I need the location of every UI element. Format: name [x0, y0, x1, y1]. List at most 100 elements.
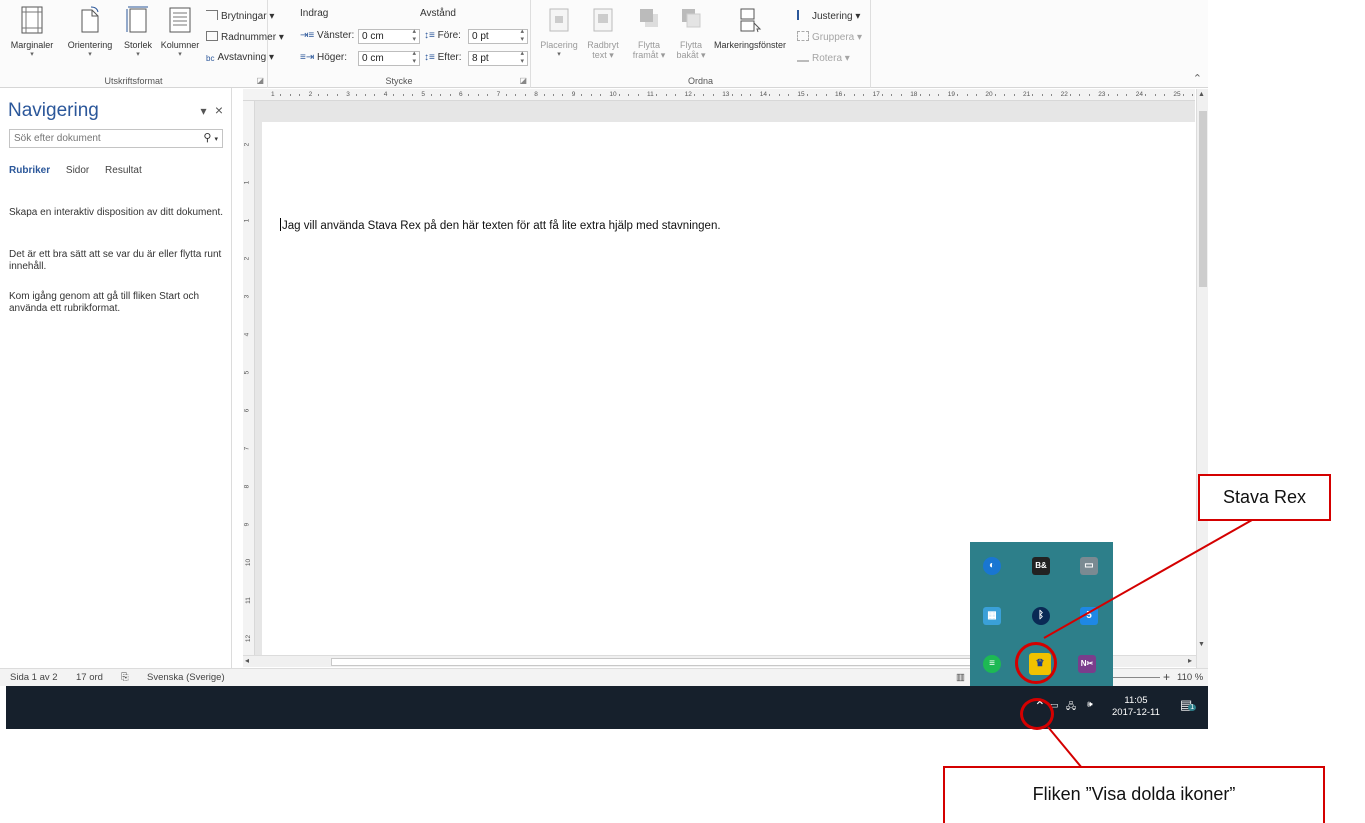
scroll-right-icon[interactable]: ▸ [1188, 656, 1192, 665]
breaks-button[interactable]: Brytningar ▾ [206, 10, 274, 22]
display-icon[interactable]: ▭ [1080, 557, 1098, 575]
ruler-number: 16 [835, 91, 843, 98]
page-count[interactable]: Sida 1 av 2 [10, 672, 58, 683]
ruler-tick [553, 94, 554, 96]
action-center-icon[interactable]: ▤1 [1180, 697, 1197, 713]
align-button[interactable]: Justering ▾ [797, 10, 860, 22]
document-body-text[interactable]: Jag vill använda Stava Rex på den här te… [280, 218, 721, 232]
spinner-arrows-icon[interactable]: ▴ ▾ [412, 50, 416, 66]
orientation-button[interactable]: Orientering ▾ [62, 5, 118, 58]
page-setup-group: Marginaler ▾ Orientering ▾ Storlek ▾ Kol… [0, 0, 284, 88]
orientation-label: Orientering [67, 40, 113, 50]
position-button[interactable]: Placering ▾ [539, 5, 579, 58]
network-adapter-icon[interactable]: ▦ [983, 607, 1001, 625]
spotify-icon[interactable]: ≡ [983, 655, 1001, 673]
zoom-slider[interactable] [1110, 677, 1160, 678]
hyphenation-button[interactable]: bc Avstavning ▾ [206, 52, 274, 64]
send-backward-button[interactable]: Flytta bakåt ▾ [671, 5, 711, 61]
spacing-before-icon: ↕≡ [424, 30, 435, 41]
ruler-tick [440, 94, 442, 96]
indent-right-field[interactable]: 0 cm ▴ ▾ [358, 50, 420, 66]
dialog-launcher-icon[interactable]: ◪ [256, 76, 264, 85]
spacing-before-field[interactable]: 0 pt ▴ ▾ [468, 28, 528, 44]
scroll-left-icon[interactable]: ◂ [245, 656, 249, 665]
margins-icon [21, 6, 43, 34]
wrap-text-icon [593, 8, 613, 32]
ruler-tick [543, 94, 545, 96]
clock-time: 11:05 [1124, 695, 1148, 706]
tab-results[interactable]: Resultat [105, 165, 142, 176]
selection-pane-button[interactable]: Markeringsfönster [709, 5, 791, 50]
ruler-tick [581, 94, 583, 96]
indent-left-field[interactable]: 0 cm ▴ ▾ [358, 28, 420, 44]
system-clock[interactable]: 11:05 2017-12-11 [1112, 695, 1160, 719]
ruler-tick [1004, 94, 1006, 96]
zoom-in-icon[interactable]: + [1163, 670, 1170, 684]
ruler-tick [731, 94, 733, 96]
ruler-tick [327, 94, 329, 96]
search-icon[interactable]: ⚲ ▾ [203, 131, 218, 144]
indent-left-value: 0 cm [362, 31, 384, 42]
ruler-number: 12 [684, 91, 692, 98]
vertical-scrollbar[interactable]: ▲ ▼ [1196, 89, 1208, 668]
spinner-arrows-icon[interactable]: ▴ ▾ [520, 50, 524, 66]
pane-options-icon[interactable]: ▾ [200, 104, 206, 118]
spinner-arrows-icon[interactable]: ▴ ▾ [520, 28, 524, 44]
tab-pages[interactable]: Sidor [66, 165, 89, 176]
onenote-clipper-icon[interactable]: N✂ [1078, 655, 1096, 673]
ruler-number: 20 [985, 91, 993, 98]
ruler-tick [430, 94, 432, 96]
columns-button[interactable]: Kolumner ▾ [158, 5, 202, 58]
dialog-launcher-icon[interactable]: ◪ [519, 76, 527, 85]
network-icon[interactable]: 🖧 [1066, 699, 1076, 715]
bring-forward-button[interactable]: Flytta framåt ▾ [627, 5, 671, 61]
stava-rex-callout-text: Stava Rex [1222, 487, 1307, 507]
line-numbers-icon [206, 31, 218, 41]
search-input[interactable] [10, 130, 180, 147]
language-indicator[interactable]: Svenska (Sverige) [147, 672, 225, 683]
vertical-scroll-thumb[interactable] [1199, 111, 1207, 287]
collapse-ribbon-icon[interactable]: ⌃ [1193, 72, 1202, 85]
word-count[interactable]: 17 ord [76, 672, 103, 683]
margins-button[interactable]: Marginaler ▾ [6, 5, 58, 58]
size-button[interactable]: Storlek ▾ [120, 5, 156, 58]
scroll-up-icon[interactable]: ▲ [1198, 91, 1205, 98]
wrap-text-button[interactable]: Radbryt text ▾ [583, 5, 623, 61]
security-shield-icon[interactable]: 5 [1080, 607, 1098, 625]
spacing-before-text: Före: [437, 30, 461, 41]
margins-label: Marginaler [10, 40, 54, 50]
teamviewer-icon[interactable]: ◐ [983, 557, 1001, 575]
bring-forward-label-2-text: framåt [632, 50, 659, 60]
ruler-tick [750, 94, 752, 96]
ruler-number: 18 [910, 91, 918, 98]
zoom-level[interactable]: 110 % [1177, 672, 1203, 683]
bluetooth-icon[interactable]: ᛒ [1032, 607, 1050, 625]
volume-icon[interactable]: 🕪 [1087, 699, 1093, 710]
ruler-number: 8 [534, 91, 538, 98]
ruler-tick [590, 94, 592, 96]
align-icon [797, 10, 809, 20]
proofing-icon[interactable]: ⎘ [121, 672, 129, 683]
ruler-number: 14 [759, 91, 768, 98]
group-button[interactable]: Gruppera ▾ [797, 31, 862, 43]
beosound-icon[interactable]: B& [1032, 557, 1050, 575]
columns-icon [169, 7, 191, 33]
read-mode-icon[interactable]: ▥ [956, 672, 965, 683]
vertical-ruler[interactable]: 2 1 1 2 3 4 5 6 7 8 9 10 11 12 [243, 101, 255, 655]
horizontal-ruler[interactable]: 1 2 3 4 5 6 7 8 9 10 11 12 13 14 15 16 17 18 19 20 21 22 23 24 2… [243, 89, 1195, 101]
selection-pane-icon [740, 8, 762, 33]
ruler-number: 25 [1173, 91, 1181, 98]
spacing-after-field[interactable]: 8 pt ▴ ▾ [468, 50, 528, 66]
paragraph-group: Indrag Avstånd ⇥≡ Vänster: 0 cm ▴ ▾ ≡⇥ Hög… [268, 0, 531, 88]
ruler-tick [1126, 94, 1128, 96]
rotate-button[interactable]: Rotera ▾ [797, 52, 850, 64]
arrange-group-label: Ordna [687, 76, 713, 86]
ruler-tick [976, 94, 977, 96]
ruler-tick [1041, 94, 1043, 96]
scroll-down-icon[interactable]: ▼ [1198, 641, 1205, 648]
tab-headings[interactable]: Rubriker [9, 165, 50, 176]
horizontal-scroll-thumb[interactable] [331, 658, 971, 666]
spacing-after-text: Efter: [437, 52, 462, 63]
spinner-arrows-icon[interactable]: ▴ ▾ [412, 28, 416, 44]
close-icon[interactable]: × [215, 102, 223, 118]
